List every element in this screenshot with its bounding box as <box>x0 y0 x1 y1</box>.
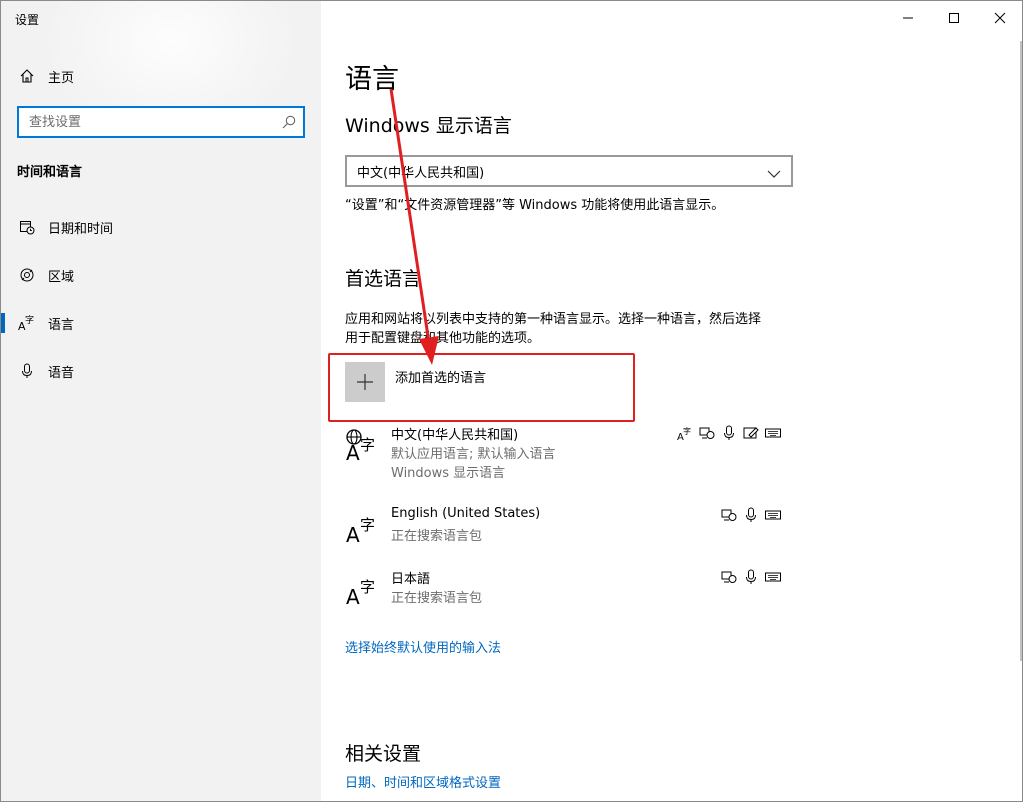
main-content: 语言 Windows 显示语言 中文(中华人民共和国) “设置”和“文件资源管理… <box>321 1 1022 801</box>
display-language-dropdown[interactable]: 中文(中华人民共和国) <box>345 155 793 187</box>
dropdown-selected-value: 中文(中华人民共和国) <box>357 165 485 181</box>
scrollbar[interactable] <box>1020 41 1022 661</box>
add-language-button[interactable]: 添加首选的语言 <box>345 362 635 406</box>
keyboard-icon <box>765 507 781 523</box>
input-method-link[interactable]: 选择始终默认使用的输入法 <box>345 637 501 656</box>
language-icon: A字 <box>345 508 381 547</box>
search-icon[interactable] <box>281 114 297 130</box>
nav-home[interactable]: 主页 <box>1 56 321 96</box>
chevron-down-icon <box>767 165 781 178</box>
sidebar-item-label: 区域 <box>48 269 75 285</box>
handwriting-icon <box>743 425 759 441</box>
sidebar-item-label: 语言 <box>48 317 75 333</box>
language-status: 默认应用语言; 默认输入语言 <box>391 447 556 462</box>
section-title: 时间和语言 <box>17 165 83 180</box>
nav-home-label: 主页 <box>48 70 75 86</box>
language-name: English (United States) <box>391 506 541 521</box>
active-indicator <box>1 313 5 333</box>
language-icon: A字 <box>345 570 381 609</box>
language-name: 日本語 <box>391 572 431 587</box>
language-icon: A字 <box>18 314 36 332</box>
svg-text:字: 字 <box>683 426 691 436</box>
svg-text:字: 字 <box>25 314 34 326</box>
related-settings-heading: 相关设置 <box>345 743 422 765</box>
svg-text:A: A <box>346 441 360 462</box>
home-icon <box>18 67 36 85</box>
sidebar-item-label: 语音 <box>48 365 75 381</box>
preferred-description-line1: 应用和网站将以列表中支持的第一种语言显示。选择一种语言，然后选择 <box>345 312 762 327</box>
language-status: 正在搜索语言包 <box>391 529 483 544</box>
microphone-icon <box>743 569 759 585</box>
display-language-icon: A字 <box>677 425 693 443</box>
language-status: 正在搜索语言包 <box>391 591 483 606</box>
page-title: 语言 <box>345 64 399 95</box>
sidebar-item-date-time[interactable]: 日期和时间 <box>1 207 321 247</box>
keyboard-icon <box>765 569 781 585</box>
language-name: 中文(中华人民共和国) <box>391 428 519 443</box>
language-item-zh-cn[interactable]: A 字 中文(中华人民共和国) 默认应用语言; 默认输入语言 Windows 显… <box>345 424 795 484</box>
plus-icon <box>345 362 385 402</box>
preferred-description-line2: 用于配置键盘和其他功能的选项。 <box>345 331 541 346</box>
speech-icon <box>721 507 737 523</box>
speech-icon <box>721 569 737 585</box>
sidebar: 设置 主页 时间和语言 日期和时间 区域 <box>1 1 321 801</box>
language-globe-icon: A 字 <box>345 426 381 465</box>
app-title: 设置 <box>15 13 40 27</box>
svg-text:A: A <box>346 585 360 606</box>
svg-text:字: 字 <box>360 436 375 454</box>
language-item-en-us[interactable]: A字 English (United States) 正在搜索语言包 <box>345 506 795 547</box>
microphone-icon <box>18 362 36 380</box>
display-language-description: “设置”和“文件资源管理器”等 Windows 功能将使用此语言显示。 <box>345 198 725 213</box>
keyboard-icon <box>765 425 781 441</box>
svg-text:A: A <box>346 523 360 544</box>
language-item-ja-jp[interactable]: A字 日本語 正在搜索语言包 <box>345 568 795 609</box>
region-globe-icon <box>18 266 36 284</box>
svg-text:字: 字 <box>360 516 375 534</box>
preferred-languages-heading: 首选语言 <box>345 268 422 290</box>
sidebar-item-label: 日期和时间 <box>48 221 114 237</box>
settings-window: 设置 主页 时间和语言 日期和时间 区域 <box>0 0 1023 802</box>
add-language-label: 添加首选的语言 <box>395 371 487 386</box>
microphone-icon <box>721 425 737 441</box>
search-input[interactable] <box>19 108 269 136</box>
speech-icon <box>699 425 715 441</box>
language-status-2: Windows 显示语言 <box>391 466 506 481</box>
svg-text:字: 字 <box>360 578 375 596</box>
sidebar-item-region[interactable]: 区域 <box>1 255 321 295</box>
display-language-heading: Windows 显示语言 <box>345 115 512 137</box>
search-box[interactable] <box>17 106 305 138</box>
sidebar-item-language[interactable]: A字 语言 <box>1 303 321 343</box>
microphone-icon <box>743 507 759 523</box>
calendar-clock-icon <box>18 218 36 236</box>
date-time-region-link[interactable]: 日期、时间和区域格式设置 <box>345 772 501 791</box>
sidebar-item-speech[interactable]: 语音 <box>1 351 321 391</box>
